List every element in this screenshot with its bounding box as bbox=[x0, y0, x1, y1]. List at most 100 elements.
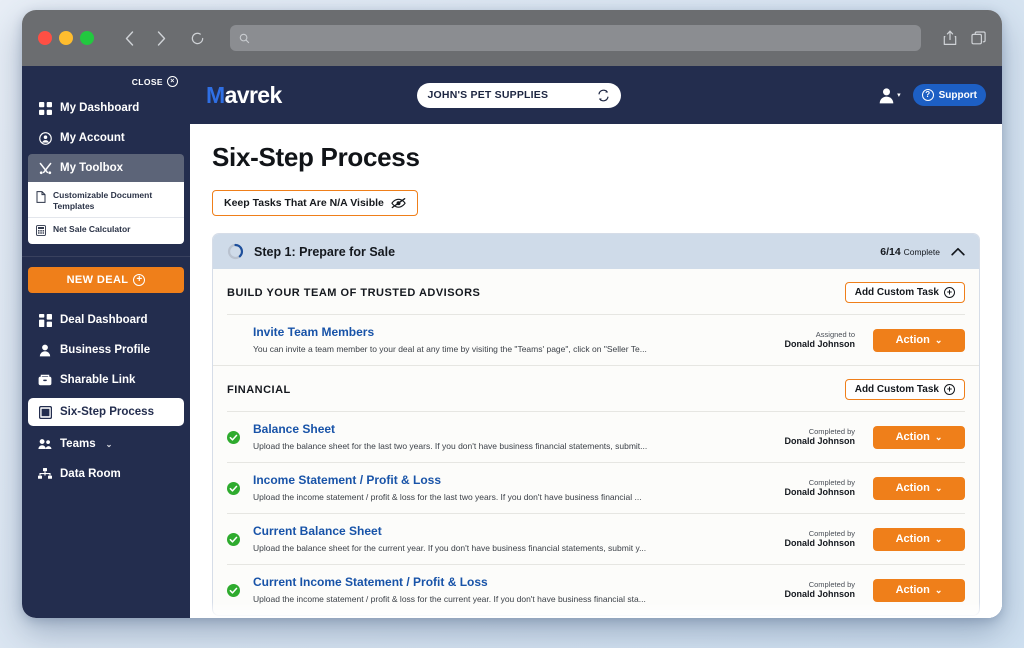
plus-circle-icon: + bbox=[944, 384, 955, 396]
action-button[interactable]: Action ⌄ bbox=[873, 578, 965, 602]
sidebar-close-label: CLOSE bbox=[131, 76, 163, 87]
chevron-down-icon: ⌄ bbox=[934, 584, 943, 595]
traffic-lights bbox=[38, 31, 94, 45]
assignment-label: Completed by bbox=[808, 579, 855, 589]
sidebar-item-my-dashboard[interactable]: My Dashboard bbox=[28, 94, 184, 122]
sidebar-item-business-profile[interactable]: Business Profile bbox=[28, 336, 184, 364]
page-content: Six-Step Process Keep Tasks That Are N/A… bbox=[190, 124, 1002, 618]
sidebar-item-six-step-process[interactable]: Six-Step Process bbox=[28, 398, 184, 427]
eye-slash-icon bbox=[391, 197, 406, 209]
submenu-item-label: Net Sale Calculator bbox=[53, 224, 131, 235]
assignment-person: Donald Johnson bbox=[784, 538, 856, 549]
plus-circle-icon: + bbox=[133, 274, 146, 287]
dashboard-grid-icon bbox=[38, 313, 52, 327]
app-logo[interactable]: Mavrek bbox=[206, 82, 282, 109]
sidebar-item-label: Teams bbox=[60, 438, 96, 451]
submenu-item-label: Customizable Document Templates bbox=[53, 190, 153, 211]
user-icon bbox=[878, 87, 895, 104]
support-button[interactable]: ? Support bbox=[912, 84, 986, 106]
sidebar-item-label: My Account bbox=[60, 132, 125, 144]
assignment-label: Assigned to bbox=[815, 329, 855, 339]
main-area: Mavrek JOHN'S PET SUPPLIES ▾ ? Support S… bbox=[190, 66, 1002, 618]
add-custom-task-label: Add Custom Task bbox=[854, 287, 939, 298]
account-circle-icon bbox=[38, 131, 52, 145]
chevron-down-icon: ⌄ bbox=[934, 482, 943, 493]
forward-icon[interactable] bbox=[150, 25, 172, 51]
toolbox-submenu: Customizable Document Templates Net Sale… bbox=[28, 182, 184, 245]
people-icon bbox=[38, 437, 52, 451]
task-row[interactable]: Current Balance Sheet Upload the balance… bbox=[227, 514, 965, 564]
assignment-person: Donald Johnson bbox=[784, 589, 856, 600]
question-circle-icon: ? bbox=[921, 89, 934, 101]
task-title-link[interactable]: Income Statement / Profit & Loss bbox=[253, 473, 776, 489]
address-bar[interactable] bbox=[230, 25, 921, 51]
action-button[interactable]: Action ⌄ bbox=[873, 425, 965, 449]
task-title-link[interactable]: Current Balance Sheet bbox=[253, 524, 776, 540]
reload-icon[interactable] bbox=[186, 25, 208, 51]
new-deal-button[interactable]: NEW DEAL + bbox=[28, 267, 184, 294]
submenu-item-net-sale-calculator[interactable]: Net Sale Calculator bbox=[28, 218, 184, 242]
action-label: Action bbox=[895, 533, 930, 546]
tools-icon bbox=[38, 161, 52, 175]
chevron-down-icon: ⌄ bbox=[934, 431, 943, 442]
section-build-team: BUILD YOUR TEAM OF TRUSTED ADVISORS Add … bbox=[213, 269, 979, 365]
chevron-up-icon[interactable] bbox=[951, 247, 965, 256]
keep-na-visible-toggle[interactable]: Keep Tasks That Are N/A Visible bbox=[212, 190, 418, 216]
task-description: Upload the income statement / profit & l… bbox=[253, 491, 642, 502]
task-row[interactable]: Invite Team Members You can invite a tea… bbox=[227, 315, 965, 365]
sidebar-item-sharable-link[interactable]: Sharable Link bbox=[28, 366, 184, 394]
sidebar-item-my-account[interactable]: My Account bbox=[28, 124, 184, 152]
task-description: Upload the balance sheet for the current… bbox=[253, 542, 647, 553]
step-complete-label: Complete bbox=[903, 246, 940, 257]
add-custom-task-button[interactable]: Add Custom Task + bbox=[844, 282, 965, 303]
step-header[interactable]: Step 1: Prepare for Sale 6/14 Complete bbox=[213, 234, 979, 269]
dashboard-grid-icon bbox=[38, 101, 52, 115]
sidebar-item-my-toolbox[interactable]: My Toolbox bbox=[28, 154, 184, 182]
action-label: Action bbox=[895, 431, 930, 444]
sidebar-item-data-room[interactable]: Data Room bbox=[28, 460, 184, 488]
task-assignment: Assigned to Donald Johnson bbox=[785, 330, 865, 351]
section-title: BUILD YOUR TEAM OF TRUSTED ADVISORS bbox=[227, 286, 481, 299]
step-progress-count: 6/14 Complete bbox=[880, 246, 940, 258]
sitemap-icon bbox=[38, 467, 52, 481]
new-deal-label: NEW DEAL bbox=[66, 274, 129, 287]
close-window-button[interactable] bbox=[38, 31, 52, 45]
user-menu-button[interactable]: ▾ bbox=[878, 87, 901, 104]
status-complete-icon bbox=[227, 481, 240, 495]
minimize-window-button[interactable] bbox=[59, 31, 73, 45]
task-title-link[interactable]: Invite Team Members bbox=[253, 325, 776, 341]
status-complete-icon bbox=[227, 532, 240, 546]
assignment-label: Completed by bbox=[808, 477, 855, 487]
app-container: CLOSE × My Dashboard My Account My Toolb… bbox=[22, 66, 1002, 618]
chevron-down-icon: ⌄ bbox=[934, 533, 943, 544]
action-button[interactable]: Action ⌄ bbox=[873, 328, 965, 352]
share-icon[interactable] bbox=[943, 30, 957, 46]
back-icon[interactable] bbox=[118, 25, 140, 51]
task-description: Upload the balance sheet for the last tw… bbox=[253, 440, 648, 451]
section-header: FINANCIAL Add Custom Task + bbox=[227, 366, 965, 411]
tabs-icon[interactable] bbox=[971, 30, 986, 46]
task-title-link[interactable]: Current Income Statement / Profit & Loss bbox=[253, 575, 776, 591]
company-selector[interactable]: JOHN'S PET SUPPLIES bbox=[416, 82, 621, 108]
status-complete-icon bbox=[227, 583, 240, 597]
sidebar-item-label: Sharable Link bbox=[60, 374, 136, 387]
task-body: Current Balance Sheet Upload the balance… bbox=[249, 524, 776, 554]
sidebar-item-teams[interactable]: Teams ⌄ bbox=[28, 430, 184, 458]
sidebar-item-deal-dashboard[interactable]: Deal Dashboard bbox=[28, 306, 184, 334]
step-title: Step 1: Prepare for Sale bbox=[254, 244, 396, 259]
action-button[interactable]: Action ⌄ bbox=[873, 527, 965, 551]
task-assignment: Completed by Donald Johnson bbox=[785, 529, 865, 550]
action-button[interactable]: Action ⌄ bbox=[873, 476, 965, 500]
maximize-window-button[interactable] bbox=[80, 31, 94, 45]
task-row[interactable]: Current Income Statement / Profit & Loss… bbox=[227, 565, 965, 615]
submenu-item-document-templates[interactable]: Customizable Document Templates bbox=[28, 184, 184, 219]
sidebar-close-button[interactable]: CLOSE × bbox=[132, 76, 178, 87]
task-row[interactable]: Balance Sheet Upload the balance sheet f… bbox=[227, 412, 965, 462]
task-row[interactable]: Income Statement / Profit & Loss Upload … bbox=[227, 463, 965, 513]
content-wrapper: Six-Step Process Keep Tasks That Are N/A… bbox=[190, 124, 1002, 618]
assignment-person: Donald Johnson bbox=[784, 487, 856, 497]
add-custom-task-button[interactable]: Add Custom Task + bbox=[844, 379, 965, 401]
task-title-link[interactable]: Balance Sheet bbox=[253, 422, 776, 438]
task-assignment: Completed by Donald Johnson bbox=[785, 427, 865, 448]
section-header: BUILD YOUR TEAM OF TRUSTED ADVISORS Add … bbox=[227, 269, 965, 314]
